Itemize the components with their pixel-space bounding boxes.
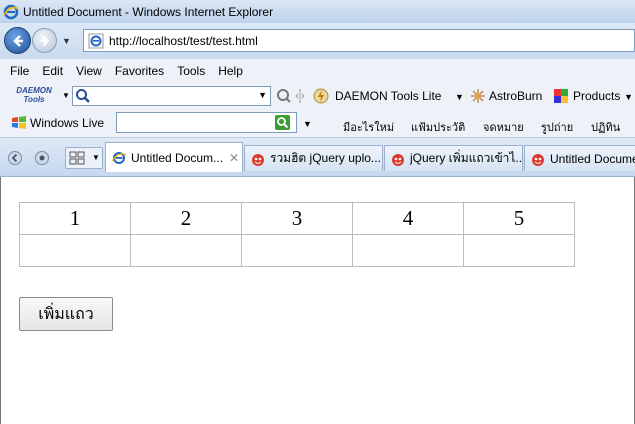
table-row bbox=[19, 234, 575, 267]
tab-jquery-upload[interactable]: รวมฮิต jQuery uplo... bbox=[244, 145, 383, 171]
tab-untitled-document[interactable]: Untitled Docum... ✕ bbox=[105, 142, 243, 172]
tab-jquery-add-row[interactable]: jQuery เพิ่มแถวเข้าไ... bbox=[384, 145, 523, 171]
windows-live-label[interactable]: Windows Live bbox=[30, 116, 104, 130]
live-link-calendar[interactable]: ปฏิทิน bbox=[591, 118, 620, 136]
window-title-bar: Untitled Document - Windows Internet Exp… bbox=[0, 0, 635, 23]
products-icon bbox=[554, 89, 568, 103]
table-cell bbox=[130, 234, 242, 267]
back-arrow-icon bbox=[12, 34, 23, 47]
table-cell: 2 bbox=[130, 202, 242, 235]
table-row: 1 2 3 4 5 bbox=[19, 202, 575, 235]
products-dropdown[interactable]: ▼ bbox=[624, 92, 633, 102]
tab-label: Untitled Docum... bbox=[131, 150, 224, 165]
add-favorites-icon[interactable] bbox=[34, 150, 50, 166]
daemon-lite-dropdown[interactable]: ▼ bbox=[455, 92, 464, 102]
tab-untitled-document-2[interactable]: Untitled Docume bbox=[524, 145, 635, 171]
tab-label: jQuery เพิ่มแถวเข้าไ... bbox=[410, 151, 523, 165]
quick-tabs-icon bbox=[69, 151, 85, 165]
live-link-profile[interactable]: แฟ้มประวัติ bbox=[411, 118, 465, 136]
daemon-menu-dropdown[interactable]: ▼ bbox=[62, 91, 70, 100]
tab-label: Untitled Docume bbox=[550, 151, 635, 166]
daemon-lightning-icon bbox=[313, 88, 329, 104]
daemon-toolbar: DAEMON Tools ▼ ▼ DAEMON Tools Lite ▼ Ast… bbox=[0, 83, 635, 108]
page-content: 1 2 3 4 5 เพิ่มแถว bbox=[0, 177, 635, 424]
forward-button[interactable] bbox=[32, 28, 57, 53]
astroburn-icon bbox=[471, 89, 485, 103]
site-favicon-icon bbox=[252, 153, 264, 166]
menu-tools[interactable]: Tools bbox=[177, 64, 205, 78]
search-go-icon[interactable] bbox=[276, 88, 292, 104]
search-icon bbox=[76, 89, 90, 103]
toolbar-search-input[interactable]: ▼ bbox=[72, 86, 271, 106]
menu-bar: File Edit View Favorites Tools Help bbox=[0, 59, 635, 83]
table-cell: 4 bbox=[352, 202, 464, 235]
data-table: 1 2 3 4 5 bbox=[19, 202, 575, 267]
ie-page-icon bbox=[111, 151, 127, 164]
back-button[interactable] bbox=[4, 27, 31, 54]
tab-bar: ▼ Untitled Docum... ✕ รวมฮิต jQuery uplo… bbox=[0, 138, 635, 177]
windows-live-search-input[interactable] bbox=[116, 112, 297, 133]
astroburn-button[interactable]: AstroBurn bbox=[489, 89, 542, 103]
menu-view[interactable]: View bbox=[76, 64, 102, 78]
quick-tabs-button[interactable]: ▼ bbox=[65, 147, 103, 169]
table-cell bbox=[352, 234, 464, 267]
forward-arrow-icon bbox=[40, 35, 49, 46]
daemon-logo-line2: Tools bbox=[23, 95, 45, 104]
menu-file[interactable]: File bbox=[10, 64, 29, 78]
ie-icon bbox=[3, 4, 19, 19]
table-cell: 5 bbox=[463, 202, 575, 235]
windows-flag-icon bbox=[12, 116, 26, 129]
tab-label: รวมฮิต jQuery uplo... bbox=[270, 151, 381, 165]
menu-edit[interactable]: Edit bbox=[42, 64, 63, 78]
live-link-photos[interactable]: รูปถ่าย bbox=[541, 118, 573, 136]
table-cell bbox=[19, 234, 131, 267]
table-cell bbox=[463, 234, 575, 267]
page-ie-icon bbox=[88, 33, 104, 48]
search-dropdown-icon[interactable]: ▼ bbox=[258, 90, 267, 100]
site-favicon-icon bbox=[532, 153, 544, 166]
windows-live-toolbar: Windows Live ▼ มีอะไรใหม่ แฟ้มประวัติ จด… bbox=[0, 108, 635, 138]
tab-list-dropdown-icon[interactable]: ▼ bbox=[92, 153, 100, 162]
table-cell bbox=[241, 234, 353, 267]
daemon-logo-line1: DAEMON bbox=[16, 86, 52, 95]
menu-favorites[interactable]: Favorites bbox=[115, 64, 164, 78]
search-icon bbox=[277, 117, 289, 129]
windows-live-search-button[interactable] bbox=[275, 115, 290, 130]
products-button[interactable]: Products bbox=[573, 89, 620, 103]
tab-close-icon[interactable]: ✕ bbox=[229, 151, 239, 165]
site-favicon-icon bbox=[392, 153, 404, 166]
address-url: http://localhost/test/test.html bbox=[109, 33, 258, 48]
live-link-mail[interactable]: จดหมาย bbox=[483, 118, 524, 136]
table-cell: 1 bbox=[19, 202, 131, 235]
recent-pages-dropdown[interactable]: ▼ bbox=[62, 36, 71, 46]
toolbar-separator-icon bbox=[295, 89, 305, 103]
daemon-tools-lite-button[interactable]: DAEMON Tools Lite bbox=[335, 89, 441, 103]
add-row-button[interactable]: เพิ่มแถว bbox=[19, 297, 113, 331]
windows-live-dropdown[interactable]: ▼ bbox=[303, 119, 312, 129]
address-bar-area: ▼ http://localhost/test/test.html bbox=[0, 23, 635, 59]
address-input[interactable]: http://localhost/test/test.html bbox=[83, 29, 635, 52]
menu-help[interactable]: Help bbox=[218, 64, 243, 78]
table-cell: 3 bbox=[241, 202, 353, 235]
daemon-tools-logo[interactable]: DAEMON Tools bbox=[10, 86, 58, 106]
live-link-whats-new[interactable]: มีอะไรใหม่ bbox=[343, 118, 394, 136]
window-title: Untitled Document - Windows Internet Exp… bbox=[23, 4, 274, 19]
favorites-star-icon[interactable] bbox=[7, 150, 23, 166]
